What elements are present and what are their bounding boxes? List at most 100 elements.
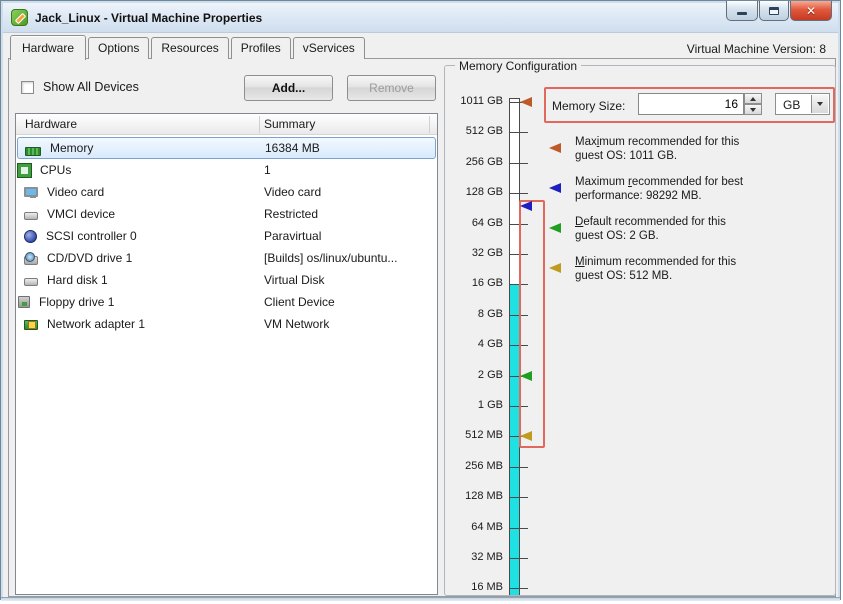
spin-down-icon xyxy=(750,108,756,112)
note-line1: Default recommended for this xyxy=(575,215,833,229)
device-summary: [Builds] os/linux/ubuntu... xyxy=(264,251,397,265)
device-name: Network adapter 1 xyxy=(47,317,145,331)
hardware-list-header: Hardware Summary xyxy=(16,114,437,135)
column-separator[interactable] xyxy=(429,116,430,133)
device-row-scsi-controller[interactable]: SCSI controller 0 Paravirtual xyxy=(17,225,436,247)
scale-label: 64 MB xyxy=(443,521,503,533)
minimize-icon xyxy=(737,12,747,15)
scale-label: 16 MB xyxy=(443,581,503,593)
tick-mark xyxy=(509,497,528,498)
floppy-drive-icon xyxy=(18,296,30,308)
titlebar[interactable]: Jack_Linux - Virtual Machine Properties xyxy=(3,3,838,33)
tab-hardware[interactable]: Hardware xyxy=(10,35,86,60)
device-name: CD/DVD drive 1 xyxy=(47,251,132,265)
memory-size-field xyxy=(638,93,744,115)
device-row-hard-disk[interactable]: Hard disk 1 Virtual Disk xyxy=(17,269,436,291)
note-default-recommended: Default recommended for this guest OS: 2… xyxy=(575,215,833,243)
close-icon: ✕ xyxy=(806,2,816,20)
device-summary: 16384 MB xyxy=(265,141,320,155)
device-name: VMCI device xyxy=(47,207,115,221)
device-summary: Video card xyxy=(264,185,321,199)
tick-mark xyxy=(509,558,528,559)
device-row-cddvd-drive[interactable]: CD/DVD drive 1 [Builds] os/linux/ubuntu.… xyxy=(17,247,436,269)
dropdown-button[interactable] xyxy=(811,95,828,113)
minimum-recommended-legend-icon xyxy=(549,263,561,273)
memory-slider-fill xyxy=(510,284,519,595)
tab-profiles[interactable]: Profiles xyxy=(231,37,291,59)
show-all-devices-label: Show All Devices xyxy=(43,80,139,94)
memory-unit-value: GB xyxy=(783,98,800,112)
device-row-floppy-drive[interactable]: Floppy drive 1 Client Device xyxy=(17,291,436,313)
note-maximum-guest-os: Maximum recommended for this guest OS: 1… xyxy=(575,135,833,163)
memory-size-spinner xyxy=(744,93,762,115)
remove-button[interactable]: Remove xyxy=(347,75,436,101)
note-line1: Maximum recommended for best xyxy=(575,175,833,189)
note-maximum-best-performance: Maximum recommended for best performance… xyxy=(575,175,833,203)
network-adapter-icon xyxy=(24,320,38,330)
scsi-controller-icon xyxy=(24,230,37,243)
spin-up-button[interactable] xyxy=(744,93,762,104)
minimize-button[interactable] xyxy=(726,1,758,21)
maximum-best-performance-marker xyxy=(520,201,532,211)
cpu-icon xyxy=(18,164,31,177)
note-line2: guest OS: 2 GB. xyxy=(575,229,833,243)
scale-label: 512 GB xyxy=(443,125,503,137)
scale-label: 128 MB xyxy=(443,490,503,502)
memory-size-label: Memory Size: xyxy=(552,99,625,113)
vm-version-label: Virtual Machine Version: 8 xyxy=(687,42,826,56)
device-summary: VM Network xyxy=(264,317,329,331)
show-all-devices-checkbox[interactable] xyxy=(21,81,34,94)
maximize-button[interactable] xyxy=(759,1,789,21)
tab-vservices[interactable]: vServices xyxy=(293,37,365,59)
device-row-video-card[interactable]: Video card Video card xyxy=(17,181,436,203)
note-line2: guest OS: 1011 GB. xyxy=(575,149,833,163)
device-name: Floppy drive 1 xyxy=(39,295,114,309)
vmci-device-icon xyxy=(24,212,38,220)
scale-label: 1011 GB xyxy=(443,95,503,107)
note-line1: Maximum recommended for this xyxy=(575,135,833,149)
scale-label: 1 GB xyxy=(443,399,503,411)
scale-label: 2 GB xyxy=(443,369,503,381)
add-button[interactable]: Add... xyxy=(244,75,333,101)
note-line1: Minimum recommended for this xyxy=(575,255,833,269)
tick-mark xyxy=(509,467,528,468)
note-minimum-recommended: Minimum recommended for this guest OS: 5… xyxy=(575,255,833,283)
tab-options[interactable]: Options xyxy=(88,37,149,59)
chevron-down-icon xyxy=(817,102,823,106)
scale-label: 16 GB xyxy=(443,277,503,289)
device-row-memory[interactable]: Memory 16384 MB xyxy=(17,137,436,159)
tick-mark xyxy=(509,588,528,589)
device-row-cpus[interactable]: CPUs 1 xyxy=(17,159,436,181)
close-button[interactable]: ✕ xyxy=(790,1,832,21)
device-summary: 1 xyxy=(264,163,271,177)
maximum-guest-os-legend-icon xyxy=(549,143,561,153)
note-line2: guest OS: 512 MB. xyxy=(575,269,833,283)
window-bottom-edge xyxy=(1,597,840,601)
default-recommended-legend-icon xyxy=(549,223,561,233)
vm-properties-window: Jack_Linux - Virtual Machine Properties … xyxy=(0,0,841,600)
default-recommended-marker xyxy=(520,371,532,381)
scale-label: 128 GB xyxy=(443,186,503,198)
tab-bar: Hardware Options Resources Profiles vSer… xyxy=(10,36,367,59)
tick-mark xyxy=(509,193,528,194)
memory-unit-dropdown[interactable]: GB xyxy=(775,93,830,115)
spin-down-button[interactable] xyxy=(744,104,762,115)
column-header-hardware[interactable]: Hardware xyxy=(25,117,77,131)
device-name: CPUs xyxy=(40,163,71,177)
device-name: SCSI controller 0 xyxy=(46,229,137,243)
window-controls: ✕ xyxy=(726,1,832,21)
scale-label: 256 GB xyxy=(443,156,503,168)
scale-label: 256 MB xyxy=(443,460,503,472)
hardware-list: Hardware Summary Memory 16384 MB CPUs 1 … xyxy=(15,113,438,595)
maximum-guest-os-marker xyxy=(520,97,532,107)
vm-app-icon xyxy=(11,9,28,26)
column-separator[interactable] xyxy=(259,116,260,133)
device-row-vmci-device[interactable]: VMCI device Restricted xyxy=(17,203,436,225)
tab-resources[interactable]: Resources xyxy=(151,37,228,59)
memory-icon xyxy=(25,147,41,156)
column-header-summary[interactable]: Summary xyxy=(264,117,315,131)
memory-size-input[interactable] xyxy=(639,94,743,114)
note-line2: performance: 98292 MB. xyxy=(575,189,833,203)
device-name: Hard disk 1 xyxy=(47,273,108,287)
device-row-network-adapter[interactable]: Network adapter 1 VM Network xyxy=(17,313,436,335)
